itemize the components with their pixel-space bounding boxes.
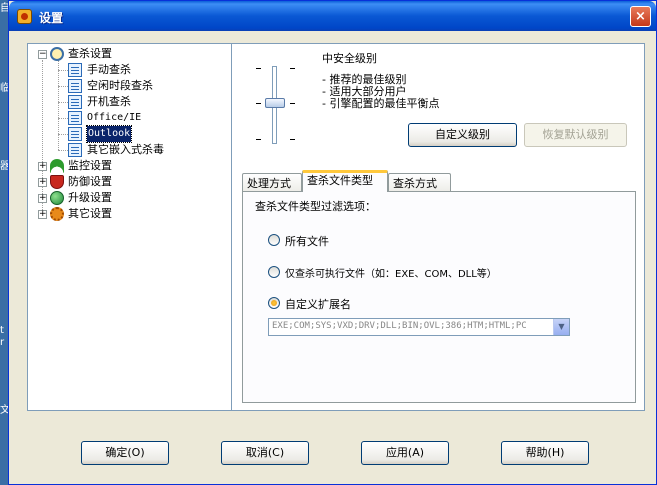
filter-heading: 查杀文件类型过滤选项： <box>255 200 376 213</box>
restore-default-level-button[interactable]: 恢复默认级别 <box>524 123 627 147</box>
ok-button[interactable]: 确定(O) <box>81 441 169 465</box>
tree-item-update-settings[interactable]: + 升级设置 <box>28 190 237 206</box>
tree-item-label: 其它设置 <box>68 207 112 220</box>
tree-item-label: 开机查杀 <box>87 95 131 108</box>
tree-item-monitor-settings[interactable]: + 监控设置 <box>28 158 237 174</box>
desktop-text-fragment: t <box>0 325 4 336</box>
document-icon <box>68 95 82 109</box>
radio-label-custom-extensions[interactable]: 自定义扩展名 <box>285 296 351 312</box>
apply-button[interactable]: 应用(A) <box>361 441 449 465</box>
expand-toggle-icon[interactable]: + <box>38 210 47 219</box>
expand-toggle-icon[interactable]: + <box>38 178 47 187</box>
close-button[interactable]: × <box>630 6 651 27</box>
document-icon <box>68 143 82 157</box>
chevron-down-icon[interactable]: ▼ <box>553 319 569 335</box>
settings-content-panel: 中安全级别 - 推荐的最佳级别 - 适用大部分用户 - 引擎配置的最佳平衡点 自… <box>231 43 645 411</box>
window-title: 设置 <box>39 11 64 25</box>
title-bar[interactable]: 设置 × <box>9 1 656 31</box>
tree-item-label: 查杀设置 <box>68 47 112 60</box>
tab-handling-method[interactable]: 处理方式 <box>242 173 302 193</box>
tree-item-label: 监控设置 <box>68 159 112 172</box>
slider-tick <box>256 139 261 140</box>
tree-item-label: 空闲时段查杀 <box>87 79 153 92</box>
search-icon <box>50 47 64 61</box>
scan-file-types-page: 查杀文件类型过滤选项： 所有文件 仅查杀可执行文件（如：EXE、COM、DLL等… <box>242 191 636 403</box>
security-level-slider-thumb[interactable] <box>265 98 285 108</box>
tree-item-embedded-scan[interactable]: 其它嵌入式杀毒 <box>28 142 237 158</box>
globe-icon <box>50 191 64 205</box>
tree-item-outlook[interactable]: Outlook <box>28 125 237 143</box>
tree-item-idle-scan[interactable]: 空闲时段查杀 <box>28 78 237 94</box>
tree-item-other-settings[interactable]: + 其它设置 <box>28 206 237 222</box>
gear-icon <box>50 207 64 221</box>
slider-tick <box>256 68 261 69</box>
document-icon <box>68 79 82 93</box>
settings-dialog: 设置 × − 查杀设置 手动查杀 空闲时段查杀 开机查杀 Office/IE O… <box>8 0 657 485</box>
expand-toggle-icon[interactable]: + <box>38 162 47 171</box>
radio-label-executables-only[interactable]: 仅查杀可执行文件（如：EXE、COM、DLL等） <box>285 265 497 280</box>
expand-toggle-icon[interactable]: + <box>38 194 47 203</box>
tree-item-label: 升级设置 <box>68 191 112 204</box>
document-icon <box>68 63 82 77</box>
radio-executables-only[interactable] <box>268 266 280 278</box>
tree-item-label: 手动查杀 <box>87 63 131 76</box>
help-button[interactable]: 帮助(H) <box>501 441 589 465</box>
tree-item-label: 防御设置 <box>68 175 112 188</box>
tab-scan-file-types[interactable]: 查杀文件类型 <box>302 170 388 192</box>
radio-all-files[interactable] <box>268 234 280 246</box>
tree-item-label: 其它嵌入式杀毒 <box>87 143 164 156</box>
slider-tick <box>290 103 295 104</box>
collapse-toggle-icon[interactable]: − <box>38 50 47 59</box>
slider-tick <box>290 139 295 140</box>
tree-item-manual-scan[interactable]: 手动查杀 <box>28 62 237 78</box>
custom-level-button[interactable]: 自定义级别 <box>408 123 517 147</box>
tab-scan-method[interactable]: 查杀方式 <box>388 173 451 193</box>
tree-item-defense-settings[interactable]: + 防御设置 <box>28 174 237 190</box>
tree-item-boot-scan[interactable]: 开机查杀 <box>28 94 237 110</box>
tree-item-label: Office/IE <box>87 112 142 123</box>
security-level-title: 中安全级别 <box>322 52 377 65</box>
settings-tree[interactable]: − 查杀设置 手动查杀 空闲时段查杀 开机查杀 Office/IE Outloo… <box>27 43 238 411</box>
security-level-description: - 适用大部分用户 <box>322 85 407 98</box>
radio-custom-extensions[interactable] <box>268 297 280 309</box>
tree-item-label: Outlook <box>85 125 133 143</box>
tree-item-office-ie[interactable]: Office/IE <box>28 110 237 126</box>
desktop-text-fragment: r <box>0 337 5 348</box>
slider-tick <box>256 103 261 104</box>
security-level-description: - 推荐的最佳级别 <box>322 73 407 86</box>
slider-tick <box>290 68 295 69</box>
umbrella-icon <box>50 159 64 173</box>
custom-extensions-value: EXE;COM;SYS;VXD;DRV;DLL;BIN;OVL;386;HTM;… <box>272 321 527 331</box>
shield-icon <box>50 175 64 189</box>
document-icon <box>68 127 82 141</box>
radio-label-all-files[interactable]: 所有文件 <box>285 233 329 249</box>
cancel-button[interactable]: 取消(C) <box>221 441 309 465</box>
security-level-description: - 引擎配置的最佳平衡点 <box>322 97 440 110</box>
tree-item-scan-settings[interactable]: − 查杀设置 <box>28 46 237 62</box>
document-icon <box>68 111 82 125</box>
custom-extensions-combobox[interactable]: EXE;COM;SYS;VXD;DRV;DLL;BIN;OVL;386;HTM;… <box>268 318 570 336</box>
app-shield-icon <box>17 9 32 24</box>
